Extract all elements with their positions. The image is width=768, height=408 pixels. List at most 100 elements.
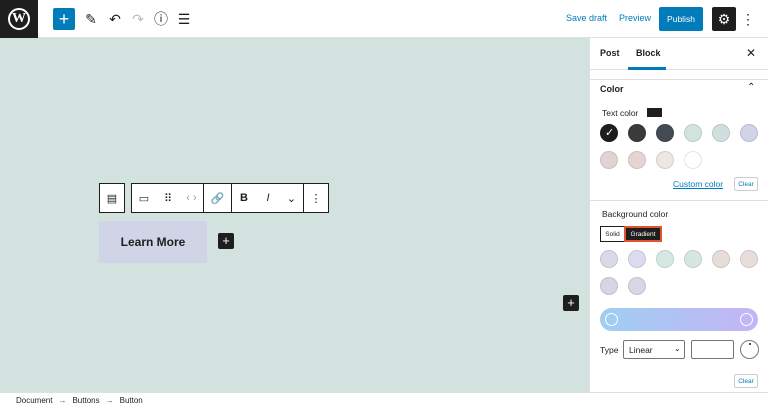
link-button[interactable]: 🔗 bbox=[204, 184, 232, 212]
drag-icon: ⠿ bbox=[163, 192, 173, 205]
gradient-swatch[interactable] bbox=[600, 277, 618, 295]
block-type-button[interactable]: ▭ bbox=[132, 184, 156, 212]
gradient-type-label: Type bbox=[600, 345, 619, 355]
block-controls-group: ▭ ⠿ ‹ › 🔗 B I ⌄ ⋮ bbox=[131, 183, 329, 213]
plus-icon: + bbox=[567, 295, 575, 310]
more-options-button[interactable]: ⋮ bbox=[741, 10, 755, 28]
editor-canvas[interactable]: ▤ ▭ ⠿ ‹ › 🔗 B I ⌄ ⋮ Learn More + + bbox=[0, 38, 589, 392]
color-section-title[interactable]: Color bbox=[600, 84, 624, 94]
gradient-swatch[interactable] bbox=[712, 250, 730, 268]
gradient-swatch[interactable] bbox=[628, 277, 646, 295]
custom-color-link[interactable]: Custom color bbox=[673, 179, 723, 189]
gradient-swatch[interactable] bbox=[740, 250, 758, 268]
section-divider bbox=[590, 200, 768, 201]
text-color-swatch[interactable] bbox=[684, 151, 702, 169]
details-button[interactable]: ⓘ bbox=[150, 8, 172, 30]
link-icon: 🔗 bbox=[210, 192, 225, 205]
bold-button[interactable]: B bbox=[232, 184, 256, 212]
list-view-button[interactable]: ☰ bbox=[173, 8, 195, 30]
gradient-bar[interactable] bbox=[600, 308, 758, 331]
breadcrumb-separator: → bbox=[58, 396, 67, 405]
gradient-type-value: Linear bbox=[629, 344, 653, 355]
gradient-swatch[interactable] bbox=[656, 250, 674, 268]
background-color-label: Background color bbox=[602, 209, 669, 219]
angle-dial-icon[interactable] bbox=[740, 340, 759, 359]
close-sidebar-button[interactable]: ✕ bbox=[746, 46, 756, 60]
vertical-ellipsis-icon: ⋮ bbox=[310, 192, 322, 205]
chevron-left-right-icon: ‹ › bbox=[186, 192, 197, 204]
breadcrumb-document[interactable]: Document bbox=[16, 396, 52, 405]
buttons-block-icon: ▤ bbox=[106, 192, 118, 205]
more-formatting-button[interactable]: ⌄ bbox=[280, 184, 304, 212]
italic-button[interactable]: I bbox=[256, 184, 280, 212]
parent-selector-group: ▤ bbox=[99, 183, 125, 213]
plus-icon: + bbox=[58, 9, 70, 29]
gradient-type-select[interactable]: Linear ⌄ bbox=[623, 340, 685, 359]
publish-button[interactable]: Publish bbox=[659, 7, 703, 31]
wordpress-logo[interactable]: W bbox=[0, 0, 38, 38]
solid-toggle[interactable]: Solid bbox=[600, 226, 625, 242]
active-tab-indicator bbox=[628, 67, 666, 70]
text-color-indicator bbox=[647, 108, 662, 117]
plus-icon: + bbox=[222, 233, 230, 248]
gradient-swatch[interactable] bbox=[600, 250, 618, 268]
tab-post[interactable]: Post bbox=[600, 48, 620, 58]
inline-add-block-button[interactable]: + bbox=[218, 233, 234, 249]
vertical-ellipsis-icon: ⋮ bbox=[741, 10, 755, 27]
breadcrumb-separator: → bbox=[105, 396, 114, 405]
breadcrumb: Document → Buttons → Button bbox=[0, 392, 768, 408]
gradient-swatch[interactable] bbox=[628, 250, 646, 268]
clear-background-button[interactable]: Clear bbox=[734, 374, 758, 388]
breadcrumb-button[interactable]: Button bbox=[120, 396, 143, 405]
editor-app: W + ✎ ↶ ↷ ⓘ ☰ Save draft Preview Publish… bbox=[0, 0, 768, 408]
sidebar-tabs: Post Block ✕ bbox=[590, 38, 768, 70]
undo-button[interactable]: ↶ bbox=[104, 8, 126, 30]
breadcrumb-buttons[interactable]: Buttons bbox=[72, 396, 99, 405]
sidebar-strip bbox=[590, 70, 768, 80]
chevron-down-icon: ⌄ bbox=[674, 344, 681, 353]
top-toolbar: W + ✎ ↶ ↷ ⓘ ☰ Save draft Preview Publish… bbox=[0, 0, 768, 38]
block-options-button[interactable]: ⋮ bbox=[304, 184, 328, 212]
save-draft-link[interactable]: Save draft bbox=[566, 13, 607, 23]
wordpress-icon: W bbox=[8, 8, 30, 30]
clear-text-color-button[interactable]: Clear bbox=[734, 177, 758, 191]
tools-button[interactable]: ✎ bbox=[80, 8, 102, 30]
tab-block[interactable]: Block bbox=[636, 48, 661, 58]
text-color-swatch[interactable] bbox=[628, 151, 646, 169]
text-color-swatch[interactable] bbox=[600, 124, 618, 142]
gradient-swatch[interactable] bbox=[684, 250, 702, 268]
preview-link[interactable]: Preview bbox=[619, 13, 651, 23]
text-color-swatch[interactable] bbox=[628, 124, 646, 142]
text-color-swatch[interactable] bbox=[712, 124, 730, 142]
text-color-swatch[interactable] bbox=[656, 124, 674, 142]
settings-sidebar: Post Block ✕ Color ⌃ Text color Custom c… bbox=[589, 38, 768, 392]
gradient-toggle[interactable]: Gradient bbox=[624, 226, 662, 242]
pencil-icon: ✎ bbox=[85, 10, 97, 27]
close-icon: ✕ bbox=[746, 46, 757, 60]
button-block-icon: ▭ bbox=[138, 192, 150, 205]
chevron-up-icon: ⌃ bbox=[747, 82, 756, 93]
chevron-down-icon: ⌄ bbox=[286, 192, 297, 205]
settings-button[interactable]: ⚙ bbox=[712, 7, 736, 31]
gradient-start-handle[interactable] bbox=[605, 313, 618, 326]
canvas-add-block-button[interactable]: + bbox=[563, 295, 579, 311]
text-color-swatch[interactable] bbox=[656, 151, 674, 169]
text-color-label: Text color bbox=[602, 108, 639, 118]
text-color-swatch[interactable] bbox=[740, 124, 758, 142]
redo-button[interactable]: ↷ bbox=[127, 8, 149, 30]
learn-more-button-block[interactable]: Learn More bbox=[99, 221, 207, 263]
redo-icon: ↷ bbox=[132, 10, 144, 27]
move-buttons[interactable]: ‹ › bbox=[180, 184, 204, 212]
info-icon: ⓘ bbox=[154, 11, 168, 27]
drag-handle[interactable]: ⠿ bbox=[156, 184, 180, 212]
collapse-color-button[interactable]: ⌃ bbox=[747, 82, 755, 93]
gradient-end-handle[interactable] bbox=[740, 313, 753, 326]
add-block-button[interactable]: + bbox=[53, 8, 75, 30]
text-color-swatch[interactable] bbox=[600, 151, 618, 169]
text-color-swatch[interactable] bbox=[684, 124, 702, 142]
block-toolbar: ▤ ▭ ⠿ ‹ › 🔗 B I ⌄ ⋮ bbox=[99, 183, 329, 213]
undo-icon: ↶ bbox=[109, 10, 121, 27]
select-parent-button[interactable]: ▤ bbox=[100, 184, 124, 212]
gradient-angle-input[interactable] bbox=[691, 340, 734, 359]
gear-icon: ⚙ bbox=[717, 10, 731, 27]
